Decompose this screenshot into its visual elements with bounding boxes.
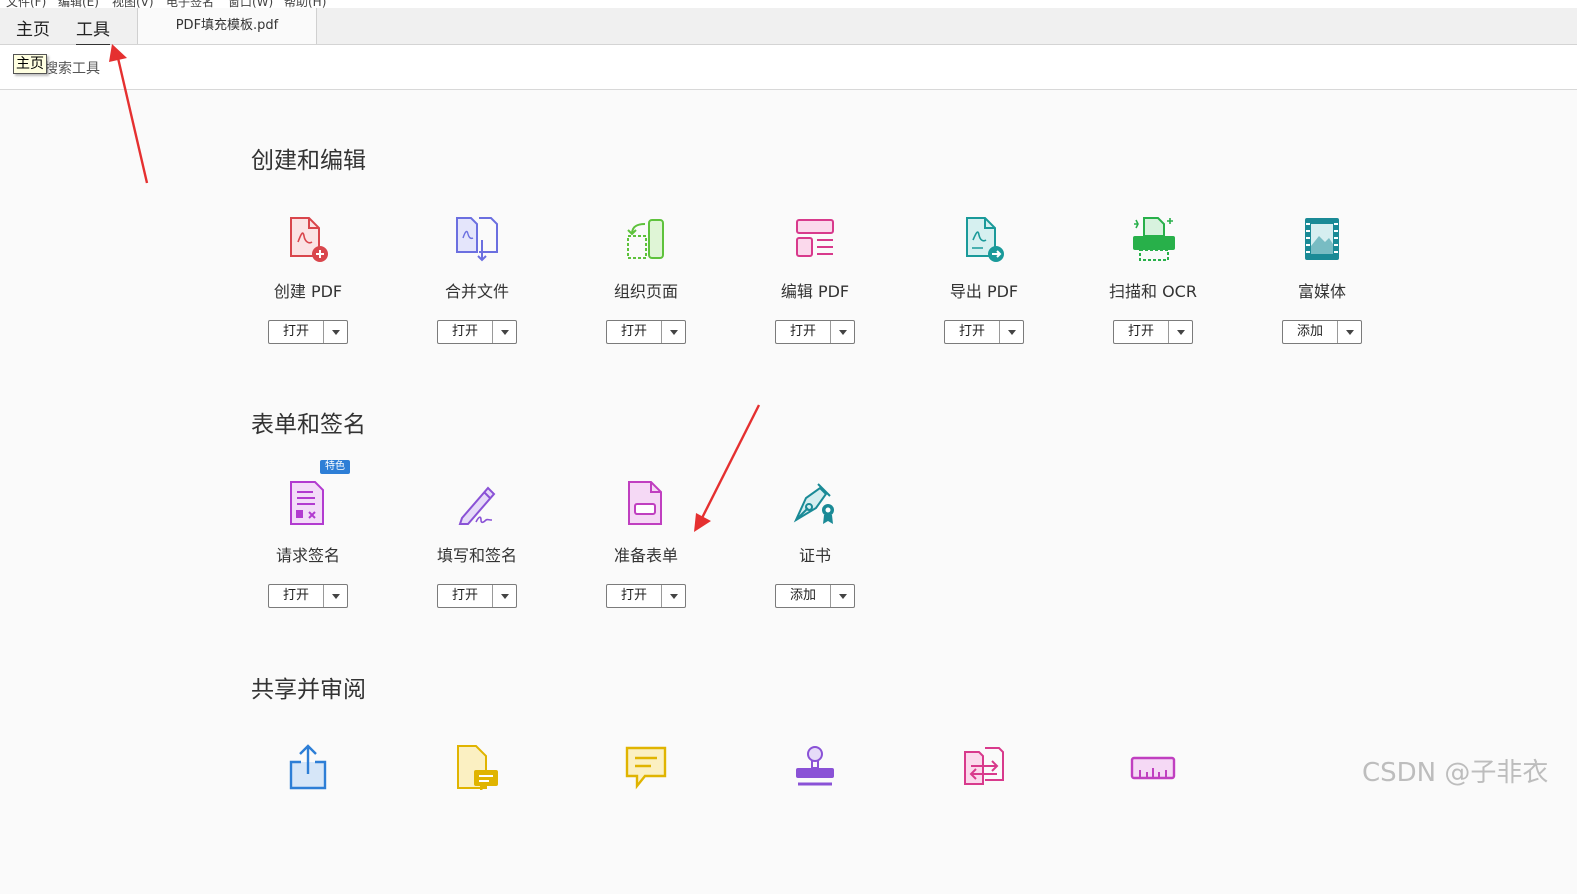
csdn-watermark: CSDN @子非衣	[1362, 758, 1549, 788]
annotation-arrow-tools	[109, 44, 149, 184]
annotation-arrow-prepare-form	[694, 404, 761, 532]
annotation-arrows	[109, 44, 761, 532]
